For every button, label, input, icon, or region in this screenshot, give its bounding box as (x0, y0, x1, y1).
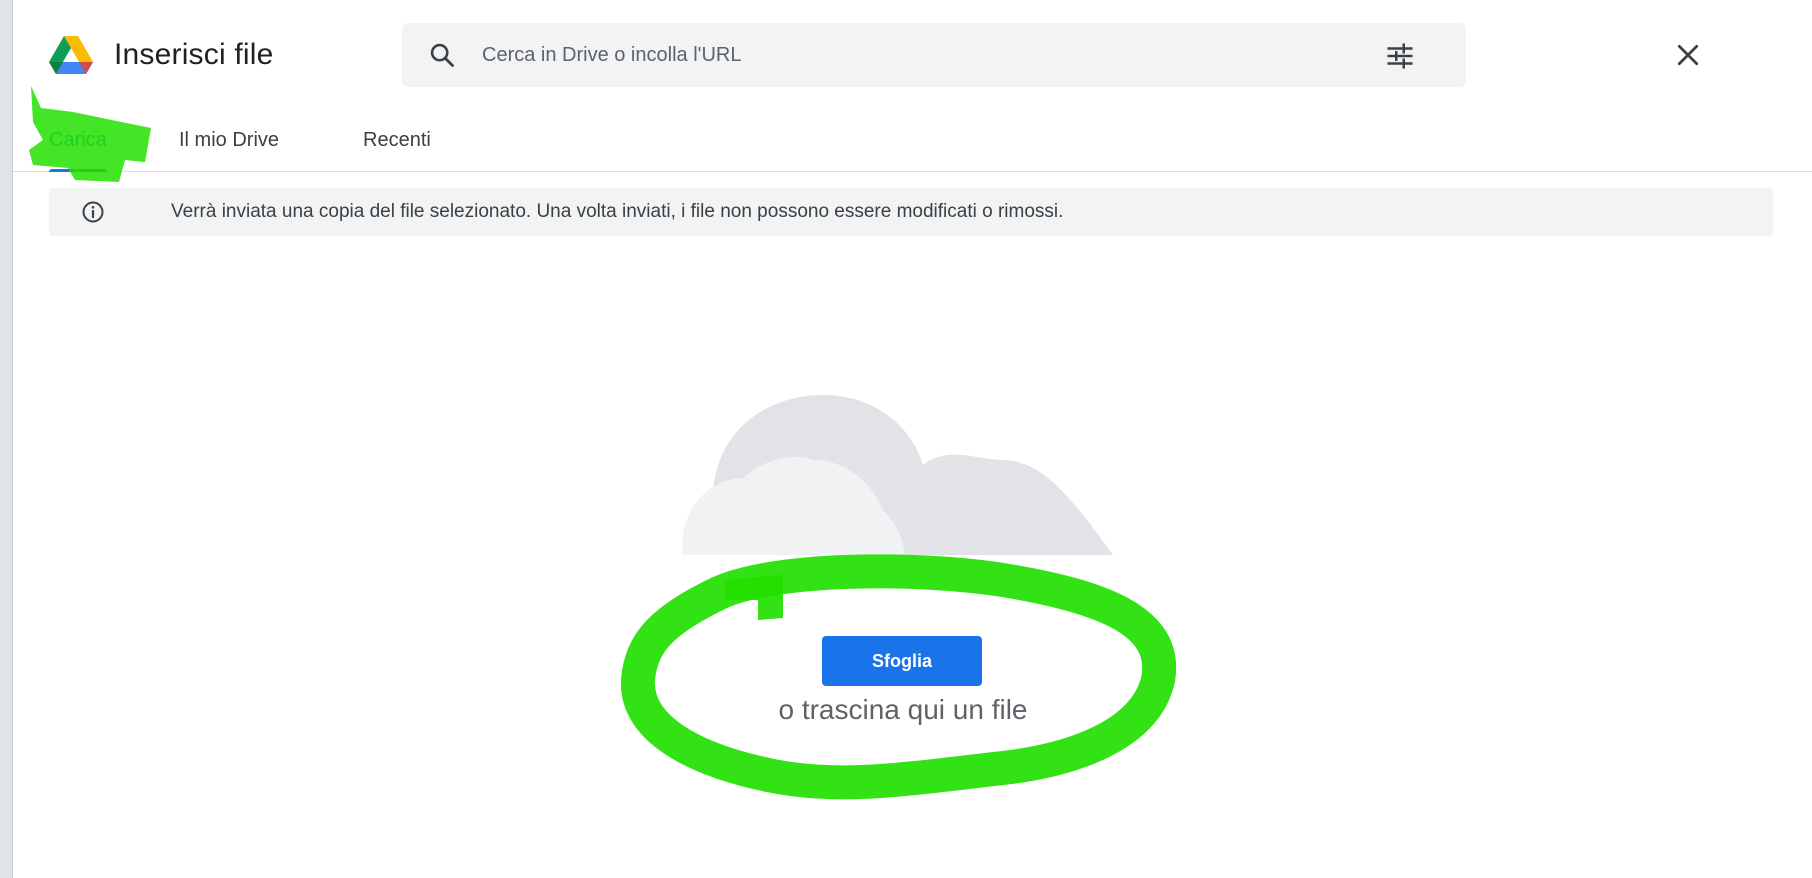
search-input[interactable] (482, 23, 1342, 87)
search-bar[interactable] (402, 23, 1466, 87)
tab-my-drive[interactable]: Il mio Drive (179, 108, 279, 172)
drop-zone-text: o trascina qui un file (778, 694, 1028, 725)
close-icon[interactable] (1673, 40, 1703, 70)
insert-file-dialog: Inserisci file Carica (12, 0, 1812, 878)
tab-recent[interactable]: Recenti (363, 108, 431, 172)
search-icon[interactable] (428, 41, 456, 69)
tab-bar: Carica Il mio Drive Recenti (13, 108, 1812, 172)
notice-text: Verrà inviata una copia del file selezio… (171, 201, 1064, 222)
active-tab-indicator (49, 169, 107, 172)
browse-button[interactable]: Sfoglia (822, 636, 982, 686)
dialog-title: Inserisci file (114, 38, 274, 71)
cloud-icon (682, 395, 1113, 555)
tab-upload-label: Carica (49, 129, 107, 151)
info-icon (82, 201, 104, 223)
tune-filter-icon[interactable] (1385, 41, 1415, 71)
tab-my-drive-label: Il mio Drive (179, 129, 280, 151)
tab-upload[interactable]: Carica (49, 108, 107, 172)
info-notice: Verrà inviata una copia del file selezio… (49, 188, 1773, 236)
google-drive-icon (49, 36, 93, 74)
dialog-header: Inserisci file (13, 0, 1812, 108)
tab-recent-label: Recenti (363, 129, 431, 151)
